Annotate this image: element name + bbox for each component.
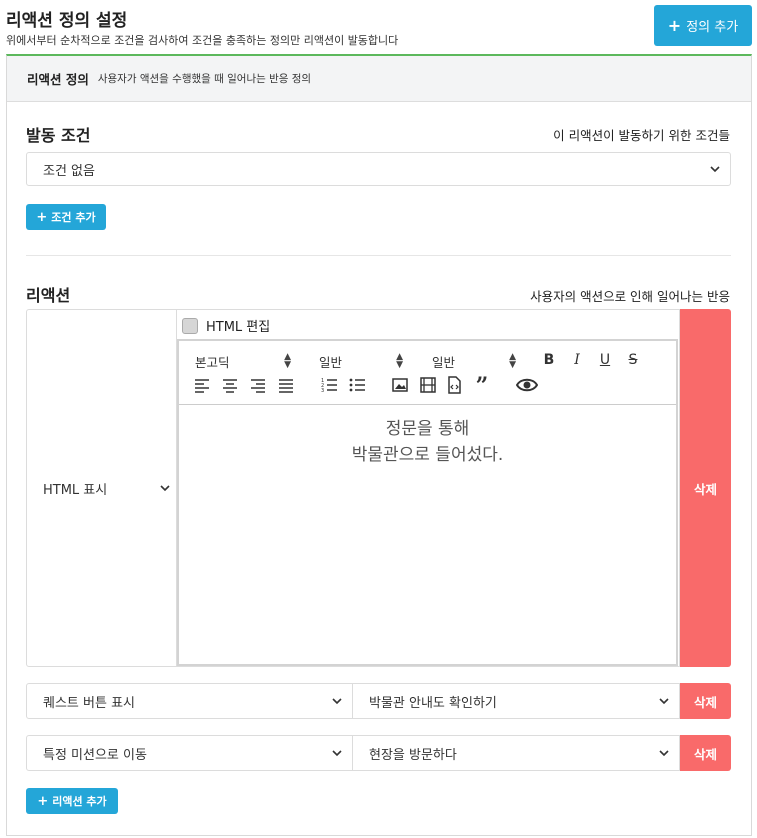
panel-header: 리액션 정의 사용자가 액션을 수행했을 때 일어나는 반응 정의 [7,56,751,102]
reaction-type-select[interactable]: 퀘스트 버튼 표시 [26,683,353,719]
page-title: 리액션 정의 설정 [6,11,128,31]
updown-icon: ▲ ▼ [284,352,291,370]
panel-description: 사용자가 액션을 수행했을 때 일어나는 반응 정의 [97,73,312,85]
reaction-type-value: HTML 표시 [43,482,108,498]
align-right-icon[interactable] [249,376,267,394]
add-condition-label: 조건 추가 [51,211,96,224]
content-line: 박물관으로 들어섰다. [351,444,504,465]
font-size-select[interactable]: 일반 ▲ ▼ [319,352,403,371]
editor-content[interactable]: 정문을 통해 박물관으로 들어섰다. [179,405,676,468]
page-subtitle: 위에서부터 순차적으로 조건을 검사하여 조건을 충족하는 정의만 리액션이 발… [6,34,399,47]
reaction-type-value: 특정 미션으로 이동 [43,747,147,763]
updown-icon: ▲ ▼ [396,352,403,370]
align-center-icon[interactable] [221,376,239,394]
condition-select-value: 조건 없음 [43,163,95,179]
bullet-list-icon[interactable] [348,376,366,394]
italic-icon[interactable]: I [568,351,586,369]
section-divider [26,255,731,256]
reaction-type-value: 퀘스트 버튼 표시 [43,695,135,711]
reactions-title: 리액션 [26,286,71,305]
reaction-type-select[interactable]: 특정 미션으로 이동 [26,735,353,771]
eye-icon[interactable] [516,375,538,395]
add-condition-button[interactable]: + 조건 추가 [26,204,106,230]
quote-icon[interactable]: ” [473,373,491,399]
delete-reaction-button[interactable]: 삭제 [680,683,731,719]
reaction-value: 현장을 방문하다 [369,747,457,763]
align-left-icon[interactable] [193,376,211,394]
font-family-select[interactable]: 본고딕 ▲ ▼ [195,352,291,371]
editor-toolbar: 본고딕 ▲ ▼ 일반 ▲ ▼ 일반 ▲ ▼ B I U S 123 ” [179,341,676,405]
reaction-type-select[interactable]: HTML 표시 [26,309,177,667]
chevron-down-icon [332,750,342,757]
svg-text:3: 3 [321,388,324,394]
conditions-title: 발동 조건 [26,126,91,145]
add-reaction-label: 리액션 추가 [52,795,107,808]
delete-reaction-button[interactable]: 삭제 [680,735,731,771]
bold-icon[interactable]: B [540,351,558,369]
conditions-description: 이 리액션이 발동하기 위한 조건들 [553,128,730,143]
add-definition-button[interactable]: + 정의 추가 [654,5,752,46]
delete-reaction-button[interactable]: 삭제 [680,309,731,667]
underline-icon[interactable]: U [596,351,614,369]
reaction-value-select[interactable]: 현장을 방문하다 [352,735,680,771]
plus-icon: + [667,15,682,35]
add-reaction-button[interactable]: + 리액션 추가 [26,788,118,814]
chevron-down-icon [659,698,669,705]
font-family-value: 본고딕 [195,355,230,370]
chevron-down-icon [160,485,170,492]
plus-icon: + [37,793,49,809]
content-line: 정문을 통해 [385,419,470,439]
add-definition-label: 정의 추가 [686,20,739,35]
heading-value: 일반 [432,355,456,370]
plus-icon: + [36,209,48,225]
file-code-icon[interactable] [445,376,463,394]
image-icon[interactable] [391,376,409,394]
chevron-down-icon [710,166,720,173]
reactions-description: 사용자의 액션으로 인해 일어나는 반응 [530,289,730,304]
align-justify-icon[interactable] [277,376,295,394]
html-edit-label: HTML 편집 [206,320,271,335]
updown-icon: ▲ ▼ [509,352,516,370]
chevron-down-icon [332,698,342,705]
reaction-value: 박물관 안내도 확인하기 [369,695,497,711]
chevron-down-icon [659,750,669,757]
html-edit-toggle[interactable]: HTML 편집 [182,316,270,335]
condition-select[interactable]: 조건 없음 [26,152,731,186]
reaction-value-select[interactable]: 박물관 안내도 확인하기 [352,683,680,719]
panel-title: 리액션 정의 [27,72,89,87]
strikethrough-icon[interactable]: S [624,351,642,369]
video-icon[interactable] [419,376,437,394]
html-edit-checkbox[interactable] [182,317,198,334]
heading-select[interactable]: 일반 ▲ ▼ [432,352,516,371]
rich-text-editor: 본고딕 ▲ ▼ 일반 ▲ ▼ 일반 ▲ ▼ B I U S 123 ” 정문을 통해 … [177,339,678,666]
ordered-list-icon[interactable]: 123 [320,376,338,394]
font-size-value: 일반 [319,355,343,370]
